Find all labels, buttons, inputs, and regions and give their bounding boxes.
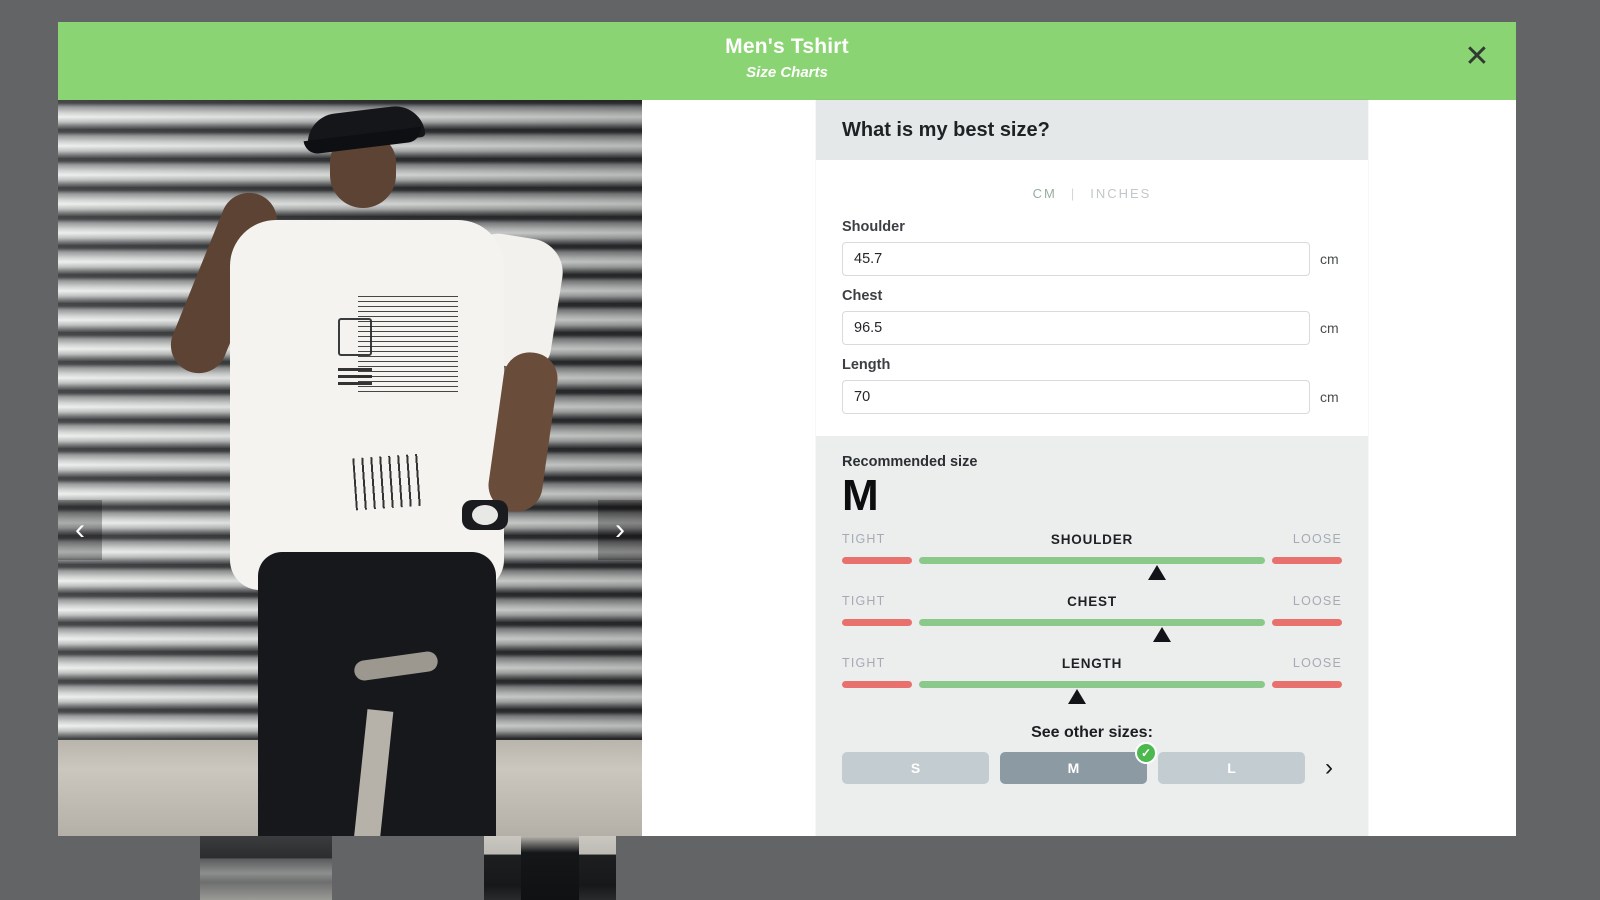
modal-body: ‹ › What is my best size? CM | INCHES Sh… — [58, 100, 1516, 836]
unit-separator: | — [1070, 186, 1077, 201]
shirt-print-text — [358, 296, 458, 392]
fit-segment-tight — [842, 681, 912, 688]
recommended-size-value: M — [842, 471, 879, 520]
length-label: Length — [842, 357, 891, 373]
panel-title: What is my best size? — [842, 118, 1050, 141]
recommended-size-label: Recommended size — [842, 454, 978, 470]
thumbnail-item[interactable] — [200, 836, 332, 900]
fit-segment-good — [919, 557, 1265, 564]
fit-marker — [1153, 627, 1171, 642]
length-input[interactable] — [842, 380, 1310, 414]
recommendation-section: Recommended size M TIGHT SHOULDER LOOSE — [816, 436, 1368, 790]
shoulder-input[interactable] — [842, 242, 1310, 276]
model-tshirt — [230, 220, 504, 590]
fit-scale-header: TIGHT SHOULDER LOOSE — [842, 532, 1342, 550]
size-chart-modal: Men's Tshirt Size Charts ✕ ‹ › What is m… — [58, 22, 1516, 836]
fit-scale-chest: TIGHT CHEST LOOSE — [842, 594, 1342, 644]
fit-marker-track — [842, 626, 1342, 644]
shoulder-field-row: cm — [842, 242, 1342, 276]
fit-segment-loose — [1272, 557, 1342, 564]
fit-marker-track — [842, 564, 1342, 582]
fit-segment-loose — [1272, 681, 1342, 688]
fit-segment-good — [919, 681, 1265, 688]
fit-bar — [842, 557, 1342, 564]
fit-bar — [842, 681, 1342, 688]
size-recommender-column: What is my best size? CM | INCHES Should… — [642, 100, 1516, 836]
size-option-m-label: M — [1067, 760, 1080, 776]
fit-marker — [1148, 565, 1166, 580]
fit-segment-tight — [842, 557, 912, 564]
length-field-row: cm — [842, 380, 1342, 414]
shoulder-label: Shoulder — [842, 219, 905, 235]
fit-scale-header: TIGHT CHEST LOOSE — [842, 594, 1342, 612]
page-title: Men's Tshirt — [725, 35, 849, 58]
close-icon[interactable]: ✕ — [1454, 34, 1500, 80]
fit-scale-name: LENGTH — [1061, 656, 1123, 671]
shoulder-unit: cm — [1320, 251, 1339, 267]
size-option-list: S M ✓ L › — [842, 742, 1342, 790]
chest-label: Chest — [842, 288, 883, 304]
other-sizes-label: See other sizes: — [1031, 724, 1153, 741]
chest-input[interactable] — [842, 311, 1310, 345]
chest-field-row: cm — [842, 311, 1342, 345]
fit-marker — [1068, 689, 1086, 704]
fit-loose-label: LOOSE — [1292, 532, 1342, 546]
fit-segment-good — [919, 619, 1265, 626]
thumbnail-item[interactable] — [342, 836, 474, 900]
thumbnail-strip — [58, 836, 642, 900]
unit-option-cm[interactable]: CM — [1033, 186, 1057, 201]
unit-toggle: CM | INCHES — [842, 176, 1342, 219]
measurement-form: CM | INCHES Shoulder cm Chest cm — [816, 160, 1368, 436]
modal-title-group: Men's Tshirt Size Charts — [58, 34, 1516, 84]
product-image-carousel: ‹ › — [58, 100, 642, 836]
fit-scale-length: TIGHT LENGTH LOOSE — [842, 656, 1342, 706]
fit-scale-name: CHEST — [1067, 594, 1117, 609]
modal-titlebar: Men's Tshirt Size Charts ✕ — [58, 22, 1516, 100]
fit-scale-header: TIGHT LENGTH LOOSE — [842, 656, 1342, 674]
panel-header: What is my best size? — [816, 100, 1368, 160]
modal-subtitle: Size Charts — [746, 64, 828, 81]
chest-unit: cm — [1320, 320, 1339, 336]
model-watch — [462, 500, 508, 530]
fit-loose-label: LOOSE — [1292, 656, 1342, 670]
fit-segment-loose — [1272, 619, 1342, 626]
fit-bar — [842, 619, 1342, 626]
fit-scale-shoulder: TIGHT SHOULDER LOOSE — [842, 532, 1342, 582]
chevron-right-icon[interactable]: › — [598, 500, 642, 560]
chevron-right-icon[interactable]: › — [1316, 752, 1342, 784]
thumbnail-item[interactable] — [58, 836, 190, 900]
check-icon: ✓ — [1135, 742, 1157, 764]
shirt-print-bars — [352, 453, 426, 511]
fit-marker-track — [842, 688, 1342, 706]
size-recommender-panel: What is my best size? CM | INCHES Should… — [816, 100, 1368, 836]
size-option-l[interactable]: L — [1158, 752, 1305, 784]
fit-loose-label: LOOSE — [1292, 594, 1342, 608]
size-option-s[interactable]: S — [842, 752, 989, 784]
fit-segment-tight — [842, 619, 912, 626]
chevron-left-icon[interactable]: ‹ — [58, 500, 102, 560]
unit-option-inches[interactable]: INCHES — [1090, 186, 1151, 201]
fit-scale-name: SHOULDER — [1050, 532, 1134, 547]
thumbnail-item[interactable] — [484, 836, 616, 900]
length-unit: cm — [1320, 389, 1339, 405]
size-option-m[interactable]: M ✓ — [1000, 742, 1157, 784]
